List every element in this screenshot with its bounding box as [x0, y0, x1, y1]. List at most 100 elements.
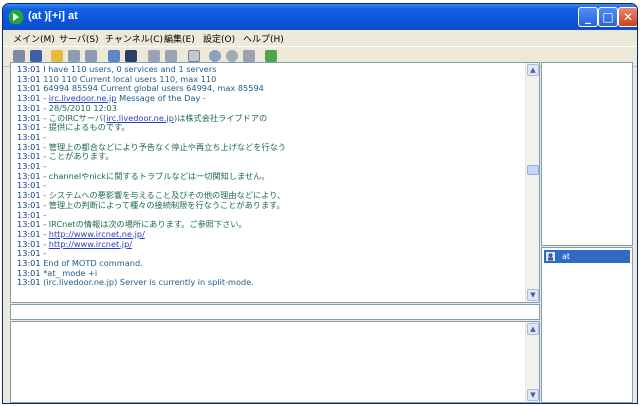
log-line: 13:01 - 提供によるものです。 — [17, 123, 130, 132]
log-timestamp: 13:01 — [17, 190, 44, 201]
log-timestamp: 13:01 — [17, 238, 44, 249]
log-timestamp: 13:01 — [17, 258, 44, 268]
log-line: 13:01 - — [17, 181, 46, 190]
menu-bar: メイン(M) サーバ(S) チャンネル(C) 編集(E) 設定(O) ヘルプ(H… — [3, 30, 637, 46]
log-line: 13:01 - — [17, 162, 46, 171]
close-icon: ✕ — [622, 10, 634, 24]
scroll-up-icon[interactable]: ▲ — [527, 323, 539, 335]
minimize-button[interactable]: _ — [578, 7, 598, 27]
scroll-down-icon[interactable]: ▼ — [527, 389, 539, 401]
log-text: - 28/5/2010 12:03 — [43, 102, 117, 113]
menu-help[interactable]: ヘルプ(H) — [243, 32, 284, 45]
log-line: 13:01 - ことがあります。 — [17, 152, 113, 161]
log-line: 13:01 - channelやnickに関するトラブルなどは一切関知しません。 — [17, 170, 270, 181]
log-link[interactable]: irc.livedoor.ne.jp — [106, 113, 174, 123]
nick-list-item[interactable]: at — [544, 250, 630, 263]
log-link[interactable]: http://www.ircnet.ne.jp/ — [49, 229, 145, 239]
ignore-icon[interactable] — [165, 50, 177, 62]
main-window: (at )[+i] at _ □ ✕ メイン(M) サーバ(S) チャンネル(C… — [2, 3, 638, 404]
log-line: 13:01 End of MOTD command. — [17, 259, 143, 268]
channel-part-icon[interactable] — [85, 50, 97, 62]
log-text: - 管理上の都合などにより予告なく停止や再立ち上げなどを行なう — [43, 141, 287, 152]
log-text: - channelやnickに関するトラブルなどは一切関知しません。 — [43, 170, 270, 181]
log-text: - ことがあります。 — [43, 151, 114, 162]
log-text: - — [43, 180, 47, 191]
log-text: - — [43, 131, 47, 142]
log-timestamp: 13:01 — [17, 180, 44, 191]
log-line: 13:01 - — [17, 131, 47, 142]
log-timestamp: 13:01 — [17, 83, 44, 94]
minimize-icon: _ — [585, 10, 591, 24]
scroll-up-icon[interactable]: ▲ — [527, 64, 539, 76]
log-timestamp: 13:01 — [17, 122, 44, 133]
menu-server[interactable]: サーバ(S) — [59, 32, 99, 45]
maximize-button[interactable]: □ — [598, 7, 618, 27]
log-line: 13:01 - irc.livedoor.ne.jp Message of th… — [17, 94, 206, 103]
chat-log[interactable]: 13:01 I have 110 users, 0 services and 1… — [10, 62, 540, 303]
log-line: 13:01 64994 85594 Current global users 6… — [17, 84, 264, 93]
window-icon[interactable] — [108, 50, 120, 62]
log-text: - このIRCサーバ( — [43, 112, 107, 123]
chat-log-scrollbar[interactable]: ▲ ▼ — [525, 63, 539, 302]
add-icon[interactable] — [265, 50, 277, 62]
log-link[interactable]: http://www.ircnet.jp/ — [49, 239, 132, 249]
log-text: - IRCnetの情報は次の場所にあります。ご参照下さい。 — [43, 219, 247, 230]
menu-main[interactable]: メイン(M) — [13, 32, 55, 45]
nick-name: at — [562, 252, 571, 261]
log-line: 13:01 I have 110 users, 0 services and 1… — [17, 65, 216, 74]
log-timestamp: 13:01 — [17, 93, 44, 104]
log-icon[interactable] — [188, 50, 200, 62]
history-icon[interactable] — [226, 50, 238, 62]
log-timestamp: 13:01 — [17, 209, 44, 220]
log-line: 13:01 - IRCnetの情報は次の場所にあります。ご参照下さい。 — [17, 220, 247, 229]
log-text: End of MOTD command. — [43, 258, 143, 268]
secondary-scrollbar[interactable]: ▲ ▼ — [525, 322, 539, 402]
disconnect-icon[interactable] — [13, 50, 25, 62]
log-timestamp: 13:01 — [17, 73, 44, 84]
log-timestamp: 13:01 — [17, 219, 44, 230]
log-timestamp: 13:01 — [17, 64, 44, 74]
folder-open-icon[interactable] — [51, 50, 63, 62]
log-text: 64994 85594 Current global users 64994, … — [43, 83, 264, 94]
log-line: 13:01 - http://www.ircnet.jp/ — [17, 238, 132, 249]
log-text: *at_ mode +i — [43, 267, 98, 278]
log-text: 110 110 Current local users 110, max 110 — [43, 73, 217, 84]
scroll-down-icon[interactable]: ▼ — [527, 289, 539, 301]
title-bar[interactable]: (at )[+i] at _ □ ✕ — [3, 4, 637, 30]
app-logo-icon — [8, 9, 24, 25]
log-line: 13:01 - 管理上の判断によって種々の接続制限を行なうことがあります。 — [17, 199, 285, 210]
log-timestamp: 13:01 — [17, 131, 44, 142]
log-timestamp: 13:01 — [17, 277, 44, 288]
log-text: - — [43, 161, 47, 171]
lock-icon[interactable] — [148, 50, 160, 62]
search-icon[interactable] — [209, 50, 221, 62]
log-text: - — [43, 248, 47, 259]
nick-list[interactable]: at — [541, 247, 633, 403]
menu-settings[interactable]: 設定(O) — [203, 32, 235, 45]
log-text: - 提供によるものです。 — [43, 122, 130, 133]
message-input[interactable] — [10, 304, 540, 320]
log-timestamp: 13:01 — [17, 199, 44, 210]
menu-edit[interactable]: 編集(E) — [164, 32, 195, 45]
notify-icon[interactable] — [125, 50, 137, 62]
menu-channel[interactable]: チャンネル(C) — [105, 32, 163, 45]
log-line: 13:01 - — [17, 249, 46, 258]
maximize-icon: □ — [602, 10, 614, 24]
log-text: - — [43, 209, 47, 220]
server-list-icon[interactable] — [30, 50, 42, 62]
log-text: (irc.livedoor.ne.jp) Server is currently… — [43, 277, 254, 288]
secondary-log-pane[interactable]: ▲ ▼ — [10, 321, 540, 403]
log-text: I have 110 users, 0 services and 1 serve… — [43, 64, 217, 74]
close-button[interactable]: ✕ — [618, 7, 637, 27]
log-line: 13:01 (irc.livedoor.ne.jp) Server is cur… — [17, 278, 254, 287]
channel-info-pane — [541, 62, 633, 246]
log-link[interactable]: irc.livedoor.ne.jp — [49, 93, 117, 103]
log-text: )は株式会社ライブドアの — [173, 112, 268, 123]
scroll-thumb[interactable] — [527, 165, 539, 175]
log-line: 13:01 - 管理上の都合などにより予告なく停止や再立ち上げなどを行なう — [17, 141, 287, 152]
log-timestamp: 13:01 — [17, 102, 44, 113]
log-line: 13:01 - システムへの悪影響を与えること及びその他の理由などにより、 — [17, 191, 285, 200]
channel-join-icon[interactable] — [68, 50, 80, 62]
user-icon[interactable] — [243, 50, 255, 62]
log-text: - システムへの悪影響を与えること及びその他の理由などにより、 — [43, 190, 286, 201]
